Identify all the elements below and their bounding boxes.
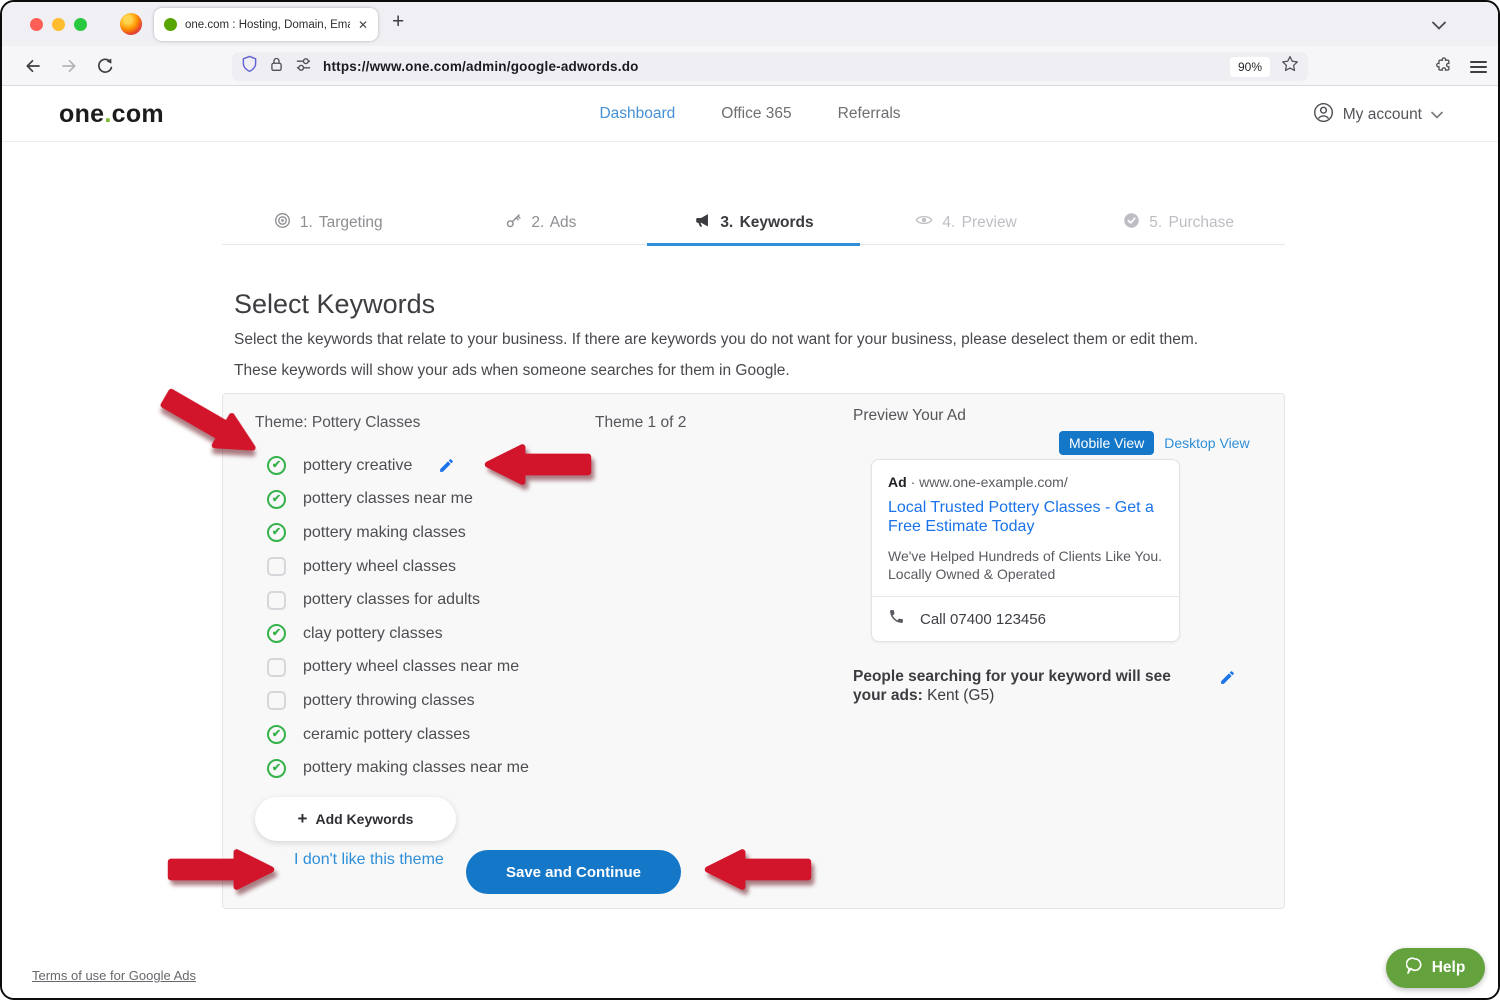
active-step-underline (647, 243, 860, 246)
keyword-checkbox[interactable] (267, 557, 286, 576)
nav-dashboard[interactable]: Dashboard (599, 105, 675, 123)
step-targeting[interactable]: 1. Targeting (222, 209, 435, 244)
browser-tab[interactable]: one.com : Hosting, Domain, Ema ✕ (154, 8, 378, 41)
ad-call-row: Call 07400 123456 (872, 596, 1179, 641)
dislike-theme-link[interactable]: I don't like this theme (294, 851, 444, 869)
bookmark-star-icon[interactable] (1281, 55, 1299, 78)
preview-view-toggle: Mobile View Desktop View (1059, 431, 1250, 455)
my-account-menu[interactable]: My account (1313, 102, 1443, 128)
hamburger-menu-icon[interactable] (1470, 58, 1487, 76)
favicon (164, 18, 177, 31)
keywords-panel: Theme: Pottery Classes Theme 1 of 2 pott… (222, 393, 1285, 909)
keyword-checkbox[interactable] (267, 523, 286, 542)
keyword-checkbox[interactable] (267, 591, 286, 610)
back-icon[interactable] (24, 57, 42, 80)
keyword-row[interactable]: pottery classes near me (267, 483, 529, 517)
close-window-button[interactable] (30, 18, 43, 31)
annotation-arrow-save (695, 847, 821, 892)
browser-toolbar: https://www.one.com/admin/google-adwords… (2, 46, 1498, 86)
browser-window: one.com : Hosting, Domain, Ema ✕ + (0, 0, 1500, 1000)
tab-strip: one.com : Hosting, Domain, Ema ✕ + (2, 2, 1498, 46)
annotation-arrow-edit (480, 442, 596, 487)
user-icon (1313, 102, 1334, 128)
edit-keyword-icon[interactable] (438, 457, 455, 474)
description-line2: These keywords will show your ads when s… (234, 362, 790, 380)
keyword-checkbox[interactable] (267, 691, 286, 710)
chevron-down-icon[interactable] (1432, 17, 1446, 35)
save-and-continue-button[interactable]: Save and Continue (466, 850, 681, 894)
keyword-checkbox[interactable] (267, 759, 286, 778)
keyword-row[interactable]: clay pottery classes (267, 617, 529, 651)
help-button[interactable]: Help (1386, 948, 1485, 988)
theme-label: Theme: Pottery Classes (255, 414, 420, 432)
keyword-row[interactable]: pottery wheel classes near me (267, 651, 529, 685)
plus-icon: + (298, 809, 308, 829)
nav-office365[interactable]: Office 365 (721, 105, 791, 123)
firefox-icon (120, 13, 142, 35)
nav-referrals[interactable]: Referrals (838, 105, 901, 123)
url-bar[interactable]: https://www.one.com/admin/google-adwords… (232, 52, 1308, 81)
minimize-window-button[interactable] (52, 18, 65, 31)
keyword-checkbox[interactable] (267, 456, 286, 475)
tab-close-icon[interactable]: ✕ (358, 18, 368, 32)
site-header: one.com Dashboard Office 365 Referrals M… (2, 87, 1498, 142)
description-line1: Select the keywords that relate to your … (234, 331, 1198, 349)
chat-bubble-icon (1406, 957, 1424, 980)
keyword-checkbox[interactable] (267, 658, 286, 677)
shield-icon[interactable] (241, 55, 258, 78)
keyword-row[interactable]: pottery classes for adults (267, 583, 529, 617)
step-keywords[interactable]: 3. Keywords (647, 209, 860, 244)
add-keywords-button[interactable]: + Add Keywords (255, 797, 456, 841)
check-circle-icon (1123, 212, 1140, 234)
step-purchase[interactable]: 5. Purchase (1072, 209, 1285, 244)
url-text[interactable]: https://www.one.com/admin/google-adwords… (323, 59, 1219, 74)
keyword-checkbox[interactable] (267, 624, 286, 643)
wizard-stepper: 1. Targeting 2. Ads 3. Keywords 4. Pre (222, 209, 1285, 245)
keyword-row[interactable]: pottery wheel classes (267, 550, 529, 584)
my-account-label: My account (1343, 106, 1422, 124)
new-tab-button[interactable]: + (392, 11, 404, 32)
keyword-row[interactable]: ceramic pottery classes (267, 718, 529, 752)
zoom-level-badge[interactable]: 90% (1230, 57, 1270, 77)
phone-icon (888, 608, 905, 630)
eye-icon (915, 213, 933, 232)
ad-preview-card: Ad · www.one-example.com/ Local Trusted … (871, 459, 1180, 642)
annotation-arrow-dislike (155, 847, 287, 892)
edit-audience-icon[interactable] (1219, 669, 1236, 691)
mobile-view-tab[interactable]: Mobile View (1059, 431, 1154, 455)
ad-body: We've Helped Hundreds of Clients Like Yo… (888, 547, 1163, 583)
ad-headline: Local Trusted Pottery Classes - Get a Fr… (888, 499, 1163, 537)
reload-icon[interactable] (96, 57, 114, 80)
site-nav: Dashboard Office 365 Referrals (2, 105, 1498, 123)
target-icon (274, 212, 291, 234)
desktop-view-tab[interactable]: Desktop View (1164, 435, 1249, 451)
ad-call-text: Call 07400 123456 (920, 611, 1046, 628)
chevron-down-icon (1431, 106, 1443, 124)
megaphone-icon (693, 212, 711, 234)
key-icon (505, 212, 522, 234)
audience-text: People searching for your keyword will s… (853, 667, 1185, 706)
keyword-checkbox[interactable] (267, 490, 286, 509)
step-ads[interactable]: 2. Ads (435, 209, 648, 244)
maximize-window-button[interactable] (74, 18, 87, 31)
tab-title: one.com : Hosting, Domain, Ema (185, 19, 350, 31)
terms-link[interactable]: Terms of use for Google Ads (32, 968, 196, 983)
theme-count: Theme 1 of 2 (595, 414, 686, 432)
page-title: Select Keywords (234, 289, 435, 320)
extensions-icon[interactable] (1434, 57, 1452, 80)
keyword-row[interactable]: pottery making classes near me (267, 751, 529, 785)
step-preview[interactable]: 4. Preview (860, 209, 1073, 244)
forward-icon[interactable] (60, 57, 78, 80)
keyword-row[interactable]: pottery throwing classes (267, 684, 529, 718)
preview-title: Preview Your Ad (853, 407, 966, 425)
lock-icon[interactable] (269, 56, 284, 78)
keyword-list: pottery creative pottery classes near me… (267, 449, 529, 785)
permissions-icon[interactable] (295, 56, 312, 78)
keyword-row[interactable]: pottery making classes (267, 516, 529, 550)
ad-url-line: Ad · www.one-example.com/ (888, 474, 1163, 490)
keyword-checkbox[interactable] (267, 725, 286, 744)
